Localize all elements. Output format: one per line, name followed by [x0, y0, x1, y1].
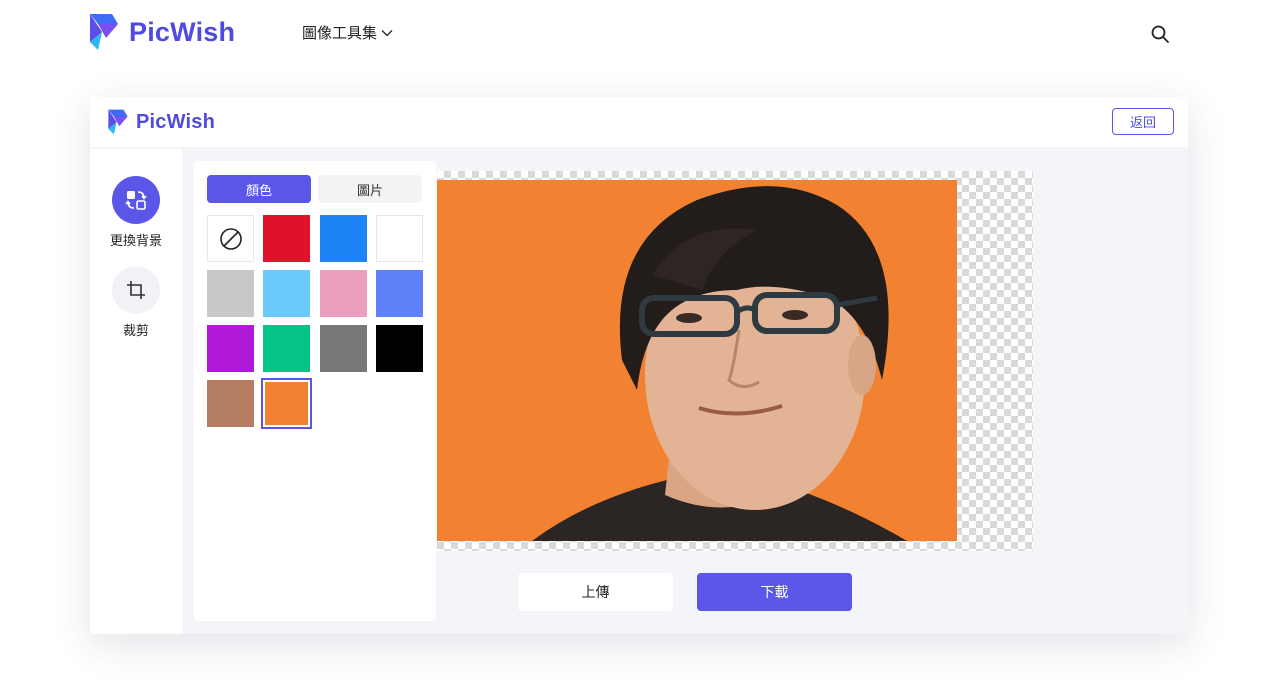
crop-label: 裁剪: [122, 323, 149, 338]
back-button[interactable]: 返回: [1112, 108, 1174, 135]
tool-rail: 更換背景 裁剪: [90, 149, 182, 634]
chevron-down-icon: [381, 29, 393, 36]
picwish-logo-icon: [90, 14, 118, 50]
swatch-white[interactable]: [376, 215, 423, 262]
tools-menu[interactable]: 圖像工具集: [302, 22, 393, 43]
site-header: PicWish 圖像工具集: [0, 0, 1280, 70]
swatch-periwinkle[interactable]: [376, 270, 423, 317]
swatch-gray[interactable]: [320, 325, 367, 372]
edited-photo: [437, 180, 957, 541]
swatch-brown[interactable]: [207, 380, 254, 427]
picwish-logo-icon: [108, 109, 128, 135]
editor-logo: PicWish: [107, 107, 215, 137]
tools-menu-label: 圖像工具集: [302, 25, 378, 42]
swatch-black[interactable]: [376, 325, 423, 372]
swatch-green[interactable]: [263, 325, 310, 372]
swatch-pink[interactable]: [320, 270, 367, 317]
tab-color[interactable]: 顏色: [207, 175, 311, 203]
swatch-purple[interactable]: [207, 325, 254, 372]
swatch-blue[interactable]: [320, 215, 367, 262]
change-background-label: 更換背景: [109, 233, 162, 248]
site-logo[interactable]: PicWish: [88, 12, 235, 52]
download-button[interactable]: 下載: [697, 573, 852, 611]
swatch-red[interactable]: [263, 215, 310, 262]
no-color-icon: [219, 227, 242, 250]
rail-item-crop[interactable]: 裁剪: [90, 266, 182, 339]
crop-icon: [112, 266, 160, 314]
search-icon[interactable]: [1150, 24, 1170, 44]
swatch-none[interactable]: [207, 215, 254, 262]
tab-image[interactable]: 圖片: [318, 175, 422, 203]
editor-window: PicWish 返回 更換背景 裁剪 顏色 圖片 上傳 下載: [90, 97, 1188, 634]
swatch-light-gray[interactable]: [207, 270, 254, 317]
change-background-icon: [112, 176, 160, 224]
image-canvas[interactable]: [437, 171, 1033, 551]
upload-button[interactable]: 上傳: [518, 573, 673, 611]
rail-item-change-background[interactable]: 更換背景: [90, 176, 182, 249]
site-brand-name: PicWish: [129, 16, 236, 47]
swatch-orange-selected[interactable]: [261, 378, 312, 429]
editor-brand-name: PicWish: [136, 110, 216, 133]
editor-header: PicWish 返回: [90, 97, 1188, 147]
swatch-light-blue[interactable]: [263, 270, 310, 317]
background-color-panel: 顏色 圖片: [194, 161, 436, 621]
